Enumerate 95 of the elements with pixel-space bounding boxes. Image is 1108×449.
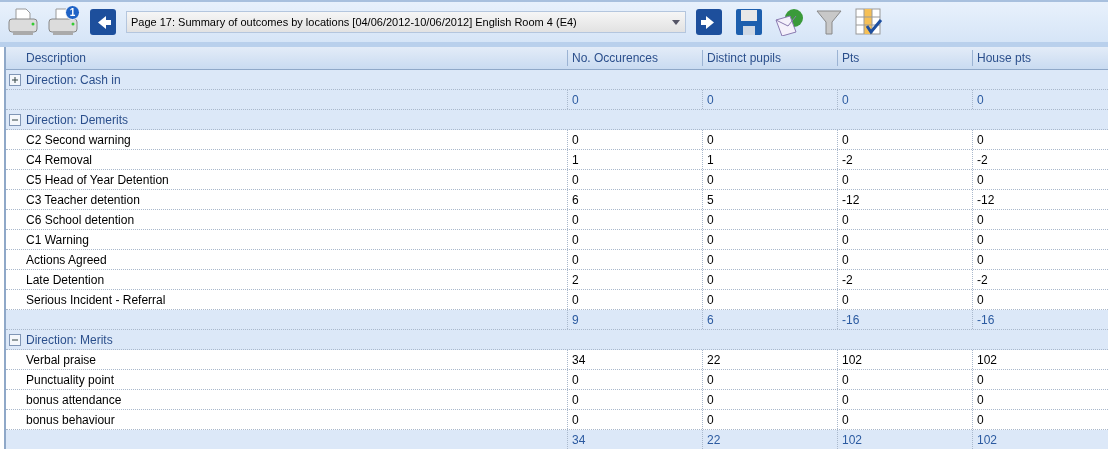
group-label: Direction: Cash in [26, 72, 121, 87]
table-cell: 0 [567, 250, 702, 269]
table-cell: 5 [702, 190, 837, 209]
table-cell-text: bonus attendance [25, 391, 123, 409]
table-cell: 0 [972, 370, 1108, 389]
table-cell: 0 [837, 230, 972, 249]
group-label: Direction: Demerits [26, 112, 129, 127]
total-cell: 0 [972, 90, 1108, 109]
table-cell: 0 [567, 390, 702, 409]
table-cell: 0 [702, 210, 837, 229]
table-cell: 0 [837, 390, 972, 409]
report-selector[interactable]: Page 17: Summary of outcomes by locations [04/06/2012-10/06/2012] English Room 4 (E4) [126, 11, 686, 33]
table-cell: 0 [837, 290, 972, 309]
table-cell: -2 [972, 150, 1108, 169]
table-cell: 0 [837, 210, 972, 229]
total-cell: 9 [567, 310, 702, 329]
table-cell-text: Verbal praise [25, 351, 98, 369]
table-cell: 0 [972, 250, 1108, 269]
table-cell: 0 [567, 290, 702, 309]
table-cell: 0 [972, 290, 1108, 309]
total-cell: 22 [702, 430, 837, 449]
table-cell: 2 [567, 270, 702, 289]
table-cell: 102 [972, 350, 1108, 369]
table-cell: 0 [972, 230, 1108, 249]
table-cell: 0 [702, 230, 837, 249]
table-cell-text: C5 Head of Year Detention [25, 171, 170, 189]
table-cell: 0 [567, 370, 702, 389]
total-cell: 34 [567, 430, 702, 449]
table-cell: 0 [702, 270, 837, 289]
table-cell-text: C4 Removal [25, 151, 94, 169]
table-cell: 0 [702, 170, 837, 189]
table-cell: 0 [837, 410, 972, 429]
table-cell-text: bonus behaviour [25, 411, 116, 429]
table-cell: 1 [567, 150, 702, 169]
table-cell: 0 [702, 250, 837, 269]
group-label: Direction: Merits [26, 332, 113, 347]
table-cell-text: C3 Teacher detention [25, 191, 141, 209]
expand-icon[interactable] [9, 73, 21, 86]
column-header[interactable]: Distinct pupils [702, 50, 837, 66]
table-cell: 0 [567, 130, 702, 149]
table-cell: 0 [837, 250, 972, 269]
column-header[interactable]: No. Occurences [567, 50, 702, 66]
column-header[interactable]: Description [6, 50, 567, 66]
table-cell: 0 [837, 370, 972, 389]
table-cell: 1 [702, 150, 837, 169]
table-cell: -12 [837, 190, 972, 209]
total-cell: -16 [972, 310, 1108, 329]
table-cell: 0 [837, 130, 972, 149]
table-cell: 102 [837, 350, 972, 369]
table-cell: -2 [972, 270, 1108, 289]
table-cell: 0 [702, 130, 837, 149]
total-cell: -16 [837, 310, 972, 329]
table-cell-text: Punctuality point [25, 371, 116, 389]
table-cell-text: C1 Warning [25, 231, 90, 249]
table-cell-text: Actions Agreed [25, 251, 108, 269]
table-cell: 0 [702, 290, 837, 309]
table-cell: -12 [972, 190, 1108, 209]
envelope-globe-icon [774, 8, 804, 36]
table-cell: 0 [837, 170, 972, 189]
collapse-icon[interactable] [9, 333, 21, 346]
total-cell: 102 [837, 430, 972, 449]
table-cell: 0 [972, 210, 1108, 229]
table-cell: -2 [837, 150, 972, 169]
total-cell: 0 [567, 90, 702, 109]
table-cell: 0 [567, 230, 702, 249]
column-header[interactable]: House pts [972, 50, 1108, 66]
table-cell: 6 [567, 190, 702, 209]
total-cell: 102 [972, 430, 1108, 449]
caret-icon [672, 19, 680, 25]
funnel-icon [815, 8, 843, 36]
table-cell: 34 [567, 350, 702, 369]
table-cell: 0 [702, 410, 837, 429]
table-cell-text: Serious Incident - Referral [25, 291, 167, 309]
table-cell-text: C2 Second warning [25, 131, 132, 149]
print-page-button[interactable]: 1 [46, 5, 80, 39]
total-cell: 0 [702, 90, 837, 109]
total-cell: 6 [702, 310, 837, 329]
grid-checkmark-icon [855, 8, 883, 36]
printer-icon [7, 7, 39, 37]
table-cell: 0 [972, 390, 1108, 409]
table-cell-text: C6 School detention [25, 211, 136, 229]
table-cell: 22 [702, 350, 837, 369]
table-cell: 0 [972, 130, 1108, 149]
collapse-icon[interactable] [9, 113, 21, 126]
table-cell: 0 [702, 370, 837, 389]
table-cell: 0 [567, 170, 702, 189]
table-cell: 0 [972, 410, 1108, 429]
column-header[interactable]: Pts [837, 50, 972, 66]
table-cell-text: Late Detention [25, 271, 106, 289]
table-cell: 0 [702, 390, 837, 409]
table-cell: 0 [972, 170, 1108, 189]
table-cell: 0 [567, 410, 702, 429]
table-cell: 0 [567, 210, 702, 229]
table-cell: -2 [837, 270, 972, 289]
total-cell: 0 [837, 90, 972, 109]
